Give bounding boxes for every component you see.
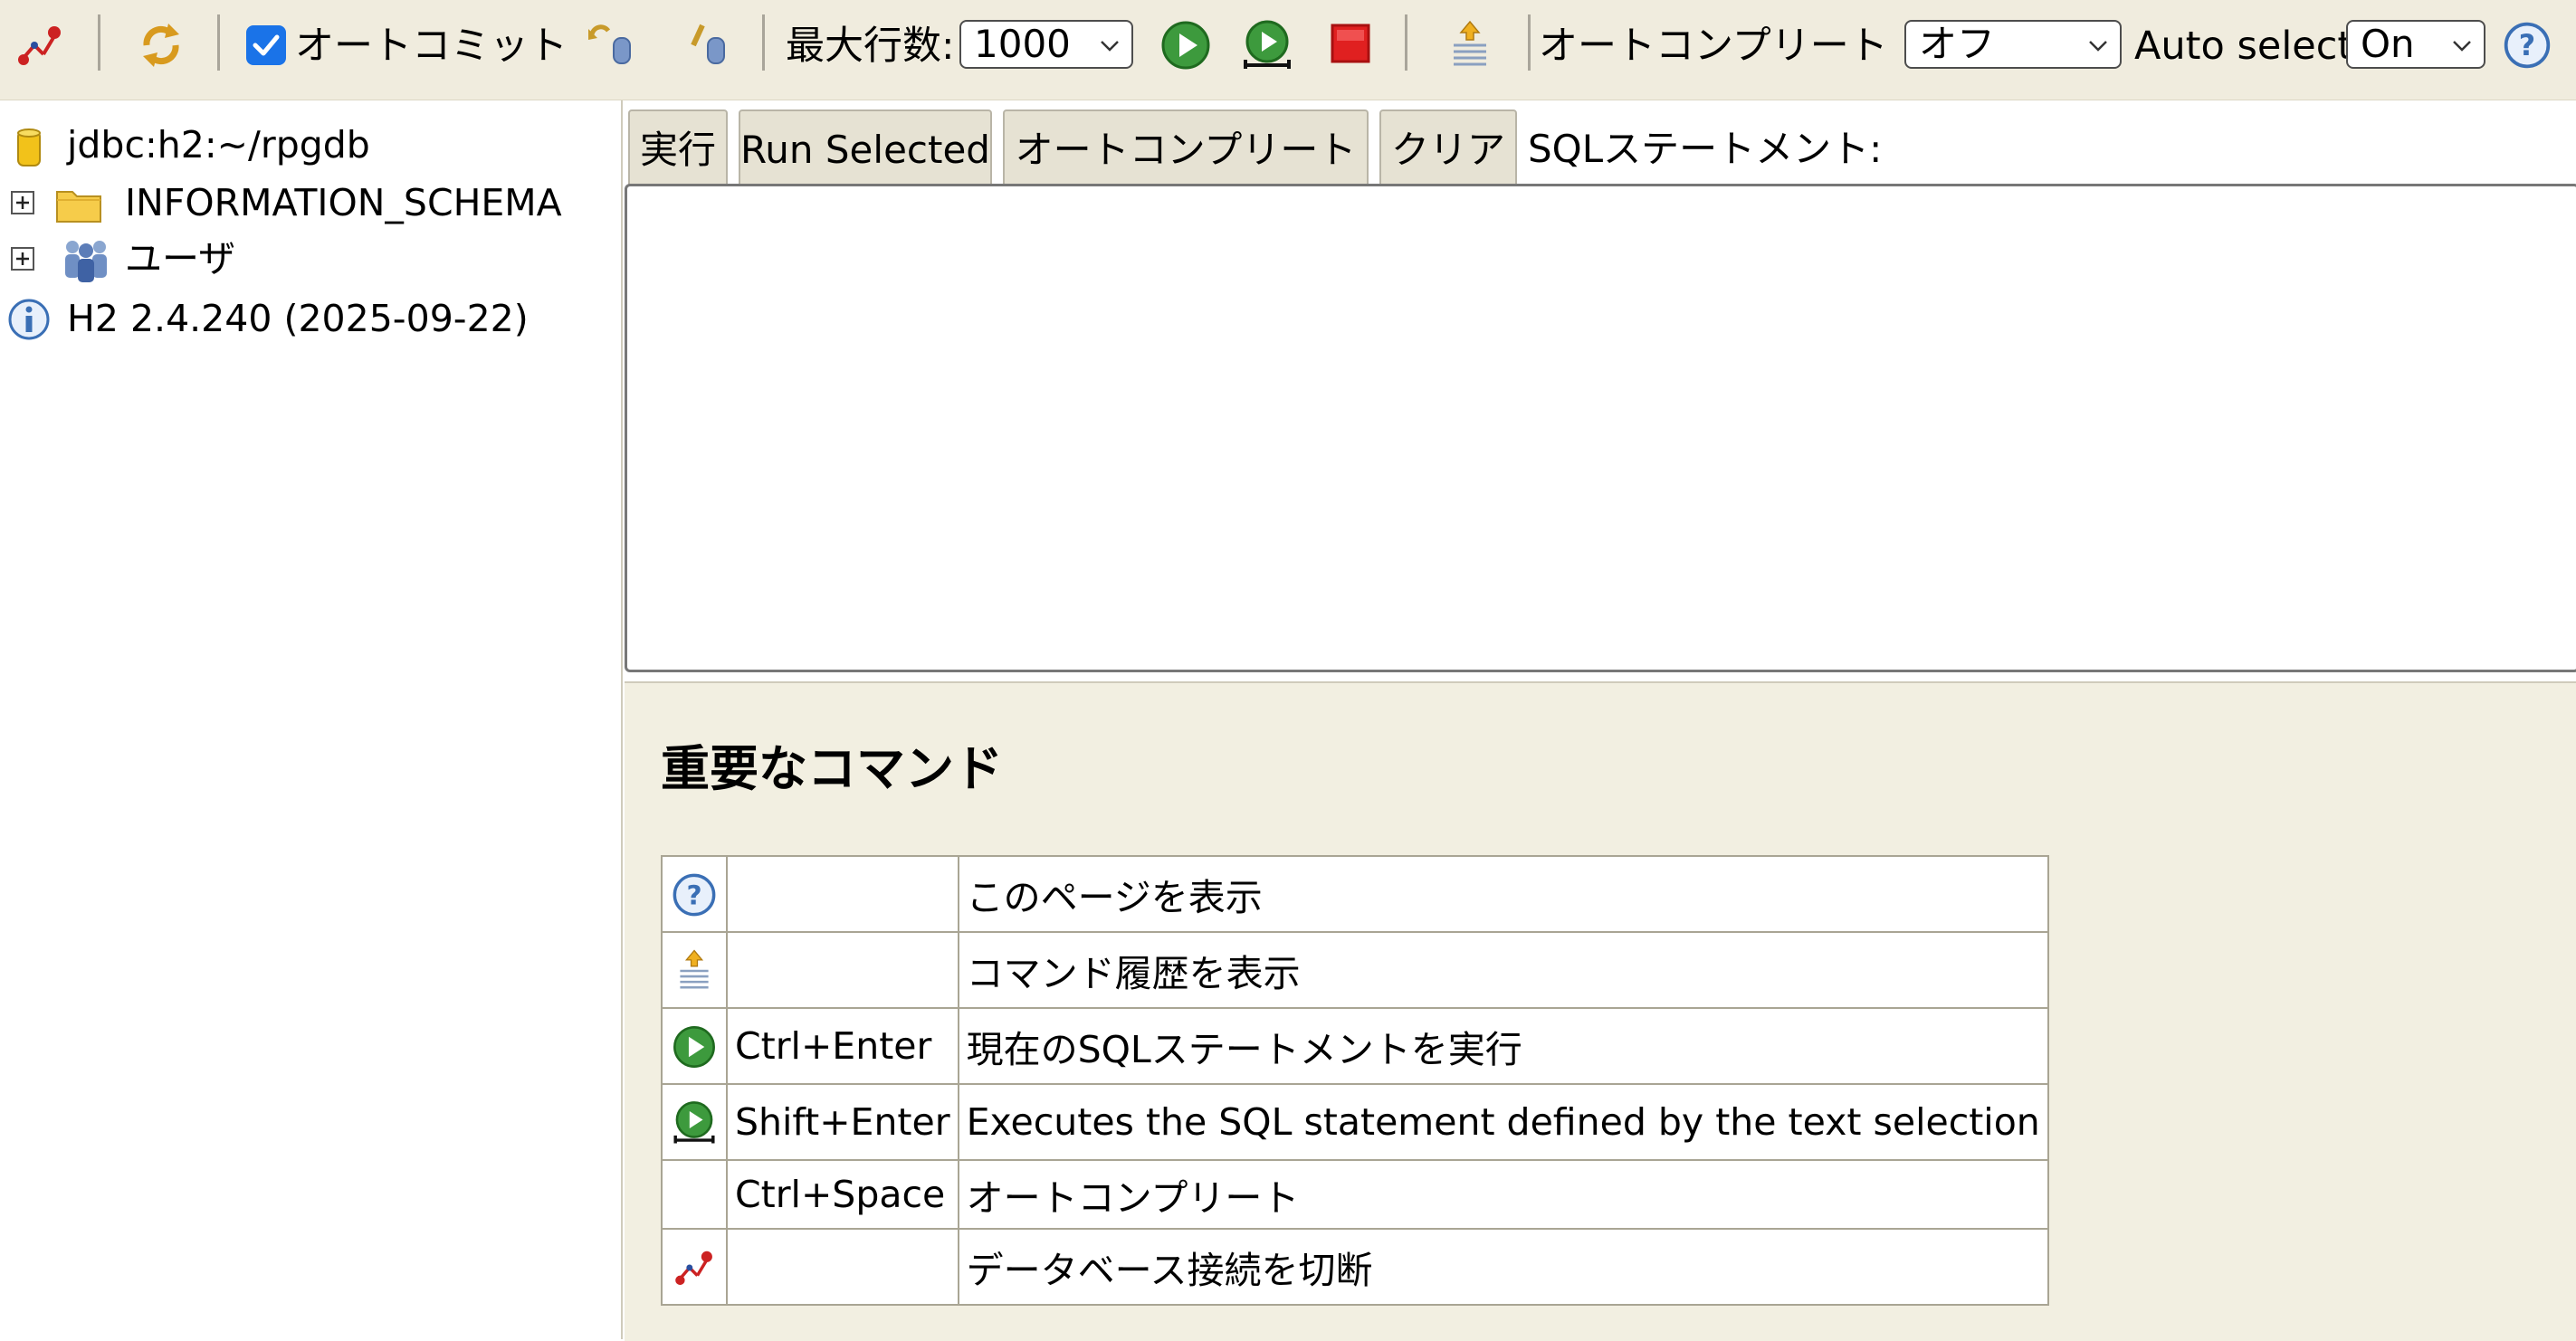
autocomplete-button[interactable]: オートコンプリート [1003,109,1369,193]
help-icon[interactable]: ? [2502,20,2552,71]
auto-select-select[interactable]: On [2346,20,2485,69]
description-cell: Executes the SQL statement defined by th… [957,1083,2049,1161]
history-icon[interactable] [1443,18,1497,72]
stop-icon[interactable] [1323,18,1378,72]
toolbar-separator [762,14,765,71]
max-rows-value: 1000 [974,22,1071,66]
max-rows-label: 最大行数: [786,24,955,69]
commands-table: ? このページを表示 コマンド履歴を表示 Ctrl+Enter 現在のSQLステ… [661,855,2049,1306]
help-title: 重要なコマンド [661,740,1003,797]
disconnect-icon [661,1228,728,1306]
run-selected-icon [661,1083,728,1161]
table-row: Ctrl+Enter 現在のSQLステートメントを実行 [661,1007,2049,1085]
table-row: ? このページを表示 [661,855,2049,933]
commit-icon[interactable] [681,18,735,72]
toolbar-separator [217,14,220,71]
svg-text:?: ? [686,880,701,910]
table-row: コマンド履歴を表示 [661,931,2049,1009]
shortcut-cell [726,931,959,1009]
sql-statement-label: SQLステートメント: [1528,127,1883,171]
description-cell: コマンド履歴を表示 [957,931,2049,1009]
shortcut-cell: Shift+Enter [726,1083,959,1161]
users-icon [60,236,112,283]
shortcut-cell: Ctrl+Space [726,1159,959,1230]
help-icon: ? [661,855,728,933]
rollback-icon[interactable] [585,18,639,72]
tree-item-label: ユーザ [125,237,236,281]
connection-url: jdbc:h2:~/rpgdb [67,123,370,166]
version-label: H2 2.4.240 (2025-09-22) [67,297,529,340]
description-cell: このページを表示 [957,855,2049,933]
run-button[interactable]: 実行 [628,109,728,193]
help-pane: 重要なコマンド ? このページを表示 コマンド履歴を表示 Ctrl+Enter … [625,681,2576,1341]
description-cell: オートコンプリート [957,1159,2049,1230]
expand-icon[interactable] [11,191,34,214]
auto-select-value: On [2361,22,2415,66]
run-icon[interactable] [1159,18,1213,72]
run-selected-button[interactable]: Run Selected [739,109,992,193]
toolbar: オートコミット 最大行数: 1000 オートコンプリート オフ Auto sel… [0,0,2576,100]
shortcut-cell [726,1228,959,1306]
toolbar-separator [1528,14,1531,71]
run-selected-icon[interactable] [1240,18,1294,72]
info-icon [7,298,51,341]
autocommit-checkbox[interactable] [246,25,286,65]
chevron-down-icon [2451,34,2473,56]
toolbar-separator [98,14,100,71]
chevron-down-icon [1099,34,1121,56]
autocomplete-value: オフ [1919,22,1996,66]
database-icon [11,126,47,169]
schema-tree: jdbc:h2:~/rpgdb INFORMATION_SCHEMA ユーザ H… [0,100,623,1339]
shortcut-cell [726,855,959,933]
clear-button[interactable]: クリア [1379,109,1517,193]
tree-item-label: INFORMATION_SCHEMA [125,181,562,224]
autocomplete-label: オートコンプリート [1539,24,1888,69]
max-rows-select[interactable]: 1000 [959,20,1133,69]
refresh-icon[interactable] [134,18,188,72]
history-icon [661,931,728,1009]
chevron-down-icon [2087,34,2109,56]
table-row: Ctrl+Space オートコンプリート [661,1159,2049,1230]
svg-text:?: ? [2519,30,2535,62]
expand-icon[interactable] [11,247,34,271]
empty-icon-cell [661,1159,728,1230]
folder-icon [54,184,103,224]
description-cell: 現在のSQLステートメントを実行 [957,1007,2049,1085]
main-panel: 実行 Run Selected オートコンプリート クリア SQLステートメント… [625,100,2576,1341]
sql-editor[interactable] [625,184,2576,672]
table-row: Shift+Enter Executes the SQL statement d… [661,1083,2049,1161]
autocomplete-select[interactable]: オフ [1904,20,2122,69]
autocommit-label: オートコミット [295,24,568,69]
run-icon [661,1007,728,1085]
disconnect-icon[interactable] [13,18,67,72]
shortcut-cell: Ctrl+Enter [726,1007,959,1085]
description-cell: データベース接続を切断 [957,1228,2049,1306]
toolbar-separator [1405,14,1407,71]
table-row: データベース接続を切断 [661,1228,2049,1306]
auto-select-label: Auto select [2134,24,2353,69]
